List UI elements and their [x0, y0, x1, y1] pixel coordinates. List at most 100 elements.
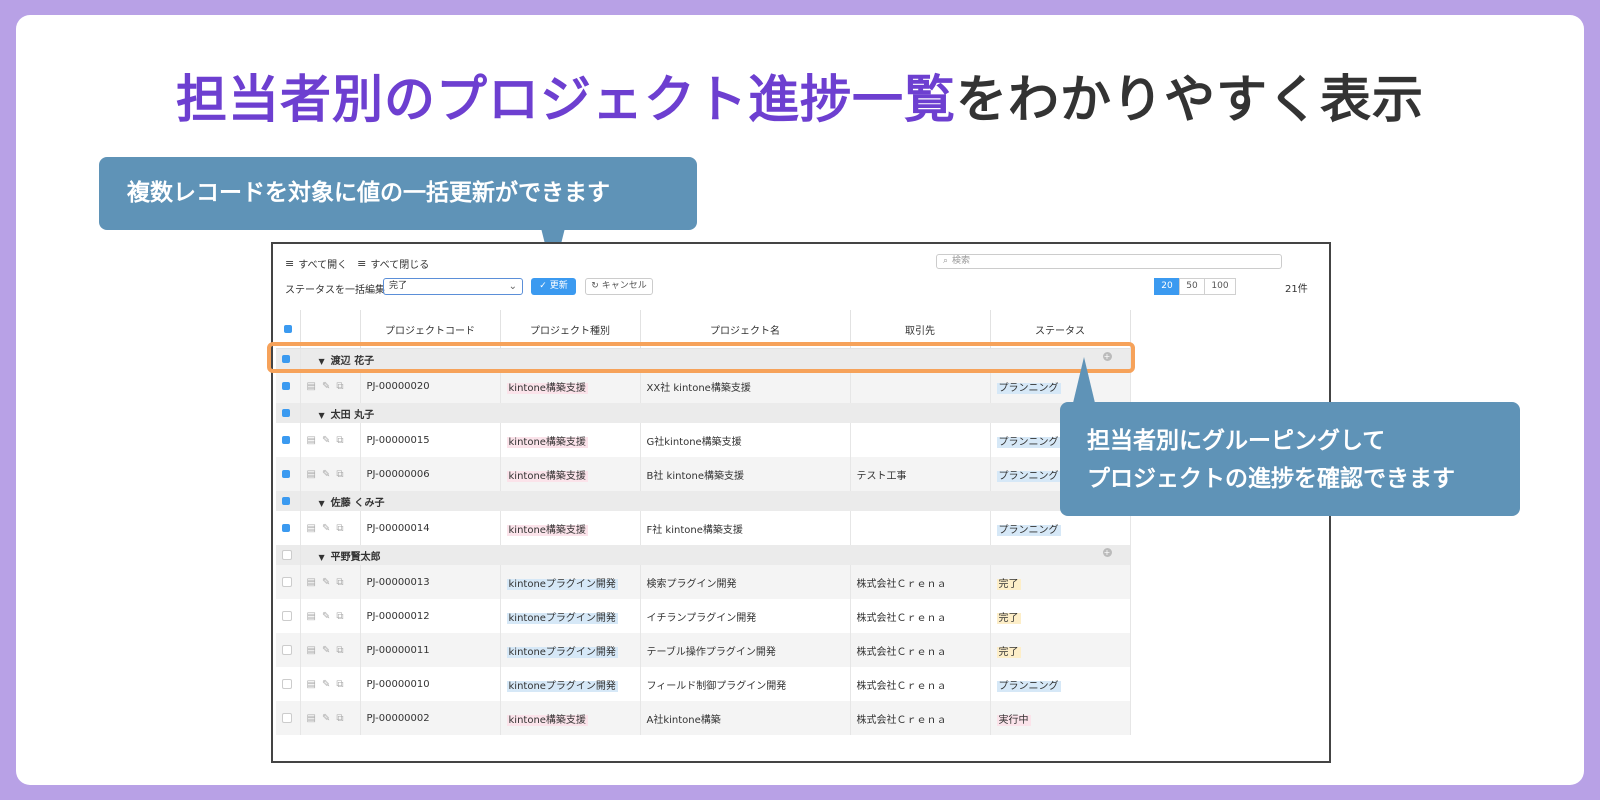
- cancel-button[interactable]: ↻ キャンセル: [585, 278, 653, 295]
- status-badge: 完了: [996, 578, 1021, 590]
- update-button[interactable]: ✓ 更新: [531, 278, 576, 295]
- client-name: 株式会社Ｃｒｅｎａ: [850, 599, 991, 633]
- detail-icon[interactable]: ▤: [307, 523, 322, 534]
- client-name: [850, 423, 991, 457]
- status-cell: 完了: [990, 565, 1131, 599]
- row-select-cell[interactable]: [276, 511, 301, 545]
- expand-all-button[interactable]: ≡ すべて開く: [285, 256, 347, 271]
- row-checkbox[interactable]: [282, 523, 290, 532]
- detail-icon[interactable]: ▤: [307, 577, 322, 588]
- table-row[interactable]: ▤✎⧉ PJ-00000006 kintone構築支援 B社 kintone構築支援テ…: [276, 457, 1131, 491]
- detail-icon[interactable]: ▤: [307, 645, 322, 656]
- edit-icon[interactable]: ✎: [322, 469, 336, 480]
- detail-icon[interactable]: ▤: [307, 381, 322, 392]
- group-header-cell[interactable]: ▼ 平野賢太郎 +: [300, 545, 1131, 565]
- row-select-cell[interactable]: [276, 701, 301, 735]
- project-type-tag: kintone構築支援: [506, 714, 588, 726]
- group-header-cell[interactable]: ▼ 太田 丸子: [300, 403, 1131, 423]
- copy-icon[interactable]: ⧉: [336, 713, 349, 724]
- project-code: PJ-00000011: [360, 633, 501, 667]
- caret-down-icon[interactable]: ▼: [319, 499, 325, 508]
- detail-icon[interactable]: ▤: [307, 469, 322, 480]
- add-circle-icon[interactable]: +: [1102, 547, 1112, 557]
- select-all-checkbox[interactable]: [283, 324, 292, 333]
- copy-icon[interactable]: ⧉: [336, 381, 349, 392]
- group-row[interactable]: ▼ 太田 丸子: [276, 403, 1131, 423]
- search-input[interactable]: ⌕ 検索: [936, 254, 1282, 269]
- group-row[interactable]: ▼ 佐藤 くみ子: [276, 491, 1131, 511]
- detail-icon[interactable]: ▤: [307, 435, 322, 446]
- edit-icon[interactable]: ✎: [322, 577, 336, 588]
- project-type-tag: kintone構築支援: [506, 524, 588, 536]
- table-row[interactable]: ▤✎⧉ PJ-00000020 kintone構築支援 XX社 kintone構築支援…: [276, 369, 1131, 403]
- page-size-100[interactable]: 100: [1204, 278, 1236, 295]
- table-row[interactable]: ▤✎⧉ PJ-00000010 kintoneプラグイン開発 フィールド制御プラグイン…: [276, 667, 1131, 701]
- table-row[interactable]: ▤✎⧉ PJ-00000015 kintone構築支援 G社kintone構築支援 プラ…: [276, 423, 1131, 457]
- page-size-20[interactable]: 20: [1154, 278, 1180, 295]
- project-type-cell: kintone構築支援: [500, 701, 641, 735]
- table-row[interactable]: ▤✎⧉ PJ-00000014 kintone構築支援 F社 kintone構築支援プ…: [276, 511, 1131, 545]
- client-name: 株式会社Ｃｒｅｎａ: [850, 565, 991, 599]
- group-checkbox[interactable]: [282, 549, 292, 560]
- project-type-tag: kintoneプラグイン開発: [506, 612, 618, 624]
- edit-icon[interactable]: ✎: [322, 713, 336, 724]
- edit-icon[interactable]: ✎: [322, 523, 336, 534]
- page-size-50[interactable]: 50: [1179, 278, 1205, 295]
- callout-bulk-update: 複数レコードを対象に値の一括更新ができます: [99, 157, 697, 230]
- copy-icon[interactable]: ⧉: [336, 577, 349, 588]
- status-badge: プランニング: [996, 470, 1061, 482]
- group-select-cell[interactable]: [276, 491, 301, 511]
- row-checkbox[interactable]: [282, 576, 292, 587]
- edit-icon[interactable]: ✎: [322, 435, 336, 446]
- edit-icon[interactable]: ✎: [322, 679, 336, 690]
- group-row[interactable]: ▼ 平野賢太郎 +: [276, 545, 1131, 565]
- group-header-cell[interactable]: ▼ 佐藤 くみ子: [300, 491, 1131, 511]
- row-select-cell[interactable]: [276, 423, 301, 457]
- row-actions: ▤✎⧉: [300, 457, 361, 491]
- project-code: PJ-00000012: [360, 599, 501, 633]
- copy-icon[interactable]: ⧉: [336, 645, 349, 656]
- row-select-cell[interactable]: [276, 667, 301, 701]
- edit-icon[interactable]: ✎: [322, 611, 336, 622]
- row-checkbox[interactable]: [282, 712, 292, 723]
- copy-icon[interactable]: ⧉: [336, 611, 349, 622]
- caret-down-icon[interactable]: ▼: [319, 411, 325, 420]
- row-select-cell[interactable]: [276, 633, 301, 667]
- collapse-all-button[interactable]: ≡ すべて閉じる: [357, 256, 429, 271]
- copy-icon[interactable]: ⧉: [336, 523, 349, 534]
- copy-icon[interactable]: ⧉: [336, 469, 349, 480]
- headline-rest: をわかりやすく表示: [956, 71, 1425, 130]
- project-code: PJ-00000015: [360, 423, 501, 457]
- project-name: B社 kintone構築支援: [640, 457, 851, 491]
- row-checkbox[interactable]: [282, 469, 290, 478]
- copy-icon[interactable]: ⧉: [336, 679, 349, 690]
- caret-down-icon[interactable]: ▼: [319, 553, 325, 562]
- project-name: 検索プラグイン開発: [640, 565, 851, 599]
- edit-icon[interactable]: ✎: [322, 645, 336, 656]
- project-type-tag: kintoneプラグイン開発: [506, 646, 618, 658]
- group-checkbox[interactable]: [282, 408, 290, 417]
- detail-icon[interactable]: ▤: [307, 679, 322, 690]
- search-placeholder: 検索: [952, 256, 971, 266]
- row-checkbox[interactable]: [282, 678, 292, 689]
- table-row[interactable]: ▤✎⧉ PJ-00000002 kintone構築支援 A社kintone構築 株式会社…: [276, 701, 1131, 735]
- row-select-cell[interactable]: [276, 457, 301, 491]
- row-checkbox[interactable]: [282, 610, 292, 621]
- table-row[interactable]: ▤✎⧉ PJ-00000013 kintoneプラグイン開発 検索プラグイン開発 株式会…: [276, 565, 1131, 599]
- status-select[interactable]: 完了 ⌄: [383, 278, 523, 295]
- group-checkbox[interactable]: [282, 496, 290, 505]
- group-select-cell[interactable]: [276, 403, 301, 423]
- row-checkbox[interactable]: [282, 381, 290, 390]
- detail-icon[interactable]: ▤: [307, 713, 322, 724]
- copy-icon[interactable]: ⧉: [336, 435, 349, 446]
- row-select-cell[interactable]: [276, 599, 301, 633]
- edit-icon[interactable]: ✎: [322, 381, 336, 392]
- row-select-cell[interactable]: [276, 369, 301, 403]
- table-row[interactable]: ▤✎⧉ PJ-00000012 kintoneプラグイン開発 イチランプラグイン開発株…: [276, 599, 1131, 633]
- group-select-cell[interactable]: [276, 545, 301, 565]
- row-select-cell[interactable]: [276, 565, 301, 599]
- row-checkbox[interactable]: [282, 644, 292, 655]
- row-checkbox[interactable]: [282, 435, 290, 444]
- detail-icon[interactable]: ▤: [307, 611, 322, 622]
- table-row[interactable]: ▤✎⧉ PJ-00000011 kintoneプラグイン開発 テーブル操作プラグイン開…: [276, 633, 1131, 667]
